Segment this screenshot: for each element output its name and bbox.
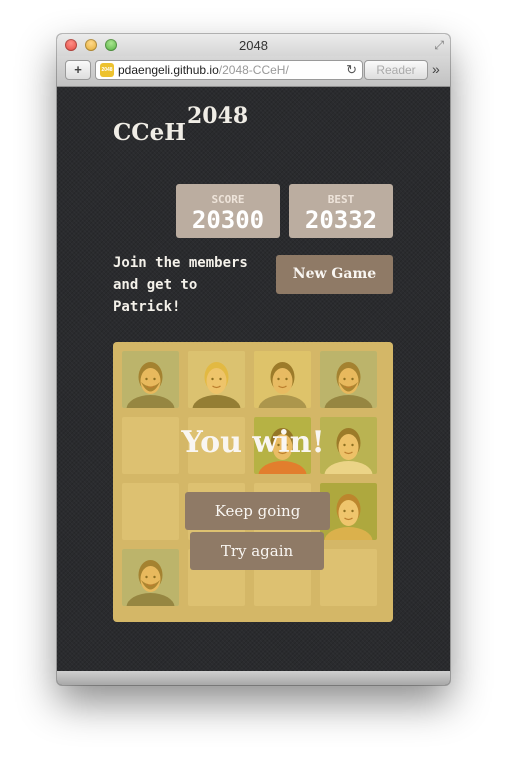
keep-going-button[interactable]: Keep going: [185, 492, 330, 530]
score-value: 20300: [191, 206, 265, 234]
window-title: 2048: [239, 38, 268, 53]
best-score-box: BEST 20332: [289, 184, 393, 238]
game-board[interactable]: You win! Keep going Try again: [113, 342, 393, 622]
browser-window: 2048 ⤢ + 2048 pdaengeli.github.io/2048-C…: [57, 34, 450, 685]
status-bar: [57, 671, 450, 685]
win-overlay: [113, 342, 393, 622]
try-again-button[interactable]: Try again: [190, 532, 324, 570]
best-label: BEST: [327, 193, 355, 206]
title-bar: 2048 ⤢: [57, 34, 450, 56]
best-value: 20332: [304, 206, 378, 234]
game-logo: CCeH: [113, 119, 186, 146]
url-text: pdaengeli.github.io/2048-CCeH/: [118, 63, 289, 77]
new-game-button[interactable]: New Game: [276, 255, 393, 294]
url-host: pdaengeli.github.io: [118, 63, 219, 77]
game-page: CCeH 2048 SCORE 20300 BEST 20332 Join th…: [57, 87, 450, 672]
overflow-chevron-icon[interactable]: »: [432, 61, 440, 77]
score-label: SCORE: [211, 193, 245, 206]
win-message: You win!: [181, 425, 325, 460]
address-bar[interactable]: 2048 pdaengeli.github.io/2048-CCeH/ ↻: [95, 60, 363, 80]
url-path: /2048-CCeH/: [218, 63, 289, 77]
game-logo-superscript: 2048: [187, 103, 249, 129]
fullscreen-icon[interactable]: ⤢: [434, 38, 444, 53]
score-box: SCORE 20300: [176, 184, 280, 238]
browser-toolbar: + 2048 pdaengeli.github.io/2048-CCeH/ ↻ …: [57, 56, 450, 87]
reload-icon[interactable]: ↻: [346, 62, 357, 78]
game-intro-text: Join the members and get to Patrick!: [113, 255, 248, 315]
reader-button[interactable]: Reader: [364, 60, 428, 80]
favicon-icon: 2048: [100, 63, 114, 77]
new-tab-button[interactable]: +: [65, 60, 91, 80]
